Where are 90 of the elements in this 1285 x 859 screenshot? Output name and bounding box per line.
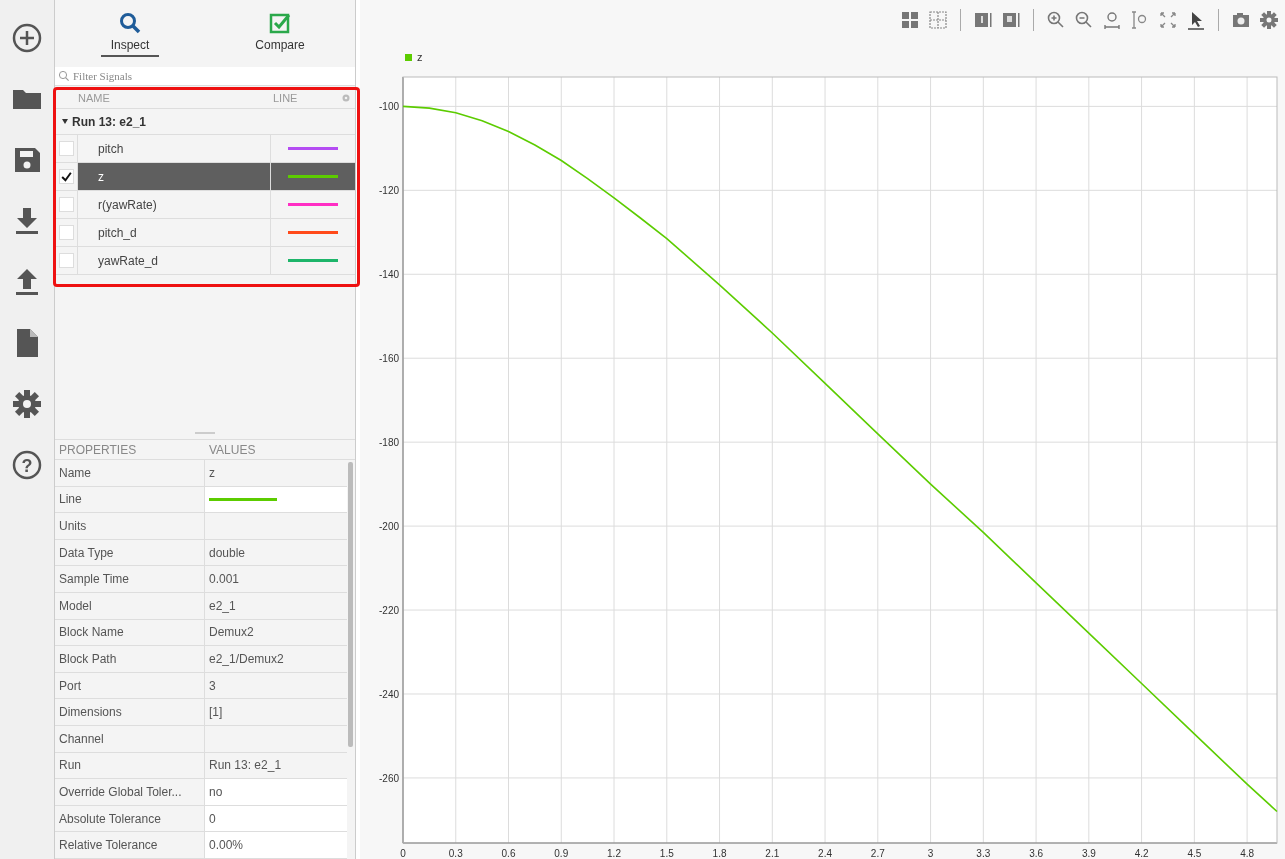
x-tick-label: 3.3 — [976, 848, 991, 859]
y-tick-label: -120 — [379, 185, 399, 197]
settings-icon[interactable] — [1259, 10, 1279, 30]
y-tick-label: -160 — [379, 353, 399, 365]
x-tick-label: 3 — [927, 848, 934, 859]
column-header: LINE — [273, 92, 299, 104]
checkbox[interactable] — [58, 169, 74, 184]
scrollbar-thumb[interactable] — [348, 462, 353, 748]
property-name: Port — [55, 672, 205, 699]
y-tick-label: -260 — [379, 772, 399, 784]
tab[interactable]: Inspect — [55, 0, 205, 67]
property-name: Block Path — [55, 646, 205, 672]
signal-name: pitch_d — [97, 224, 138, 242]
column-header: PROPERTIES — [58, 442, 138, 457]
zoom-x-icon[interactable] — [1102, 10, 1122, 30]
property-value: 0.00% — [209, 838, 244, 853]
x-tick-label: 0.9 — [554, 848, 569, 859]
caret-icon[interactable] — [62, 119, 68, 124]
property-value: e2_1 — [209, 598, 236, 613]
x-tick-label: 1.2 — [607, 848, 621, 859]
y-tick-label: -240 — [379, 689, 399, 700]
property-value: Demux2 — [209, 625, 254, 640]
camera-icon[interactable] — [1231, 10, 1251, 30]
x-tick-label: 2.1 — [765, 848, 780, 859]
property-name: Dimensions — [55, 699, 205, 726]
x-tick-label: 1.5 — [659, 848, 674, 859]
panel-icon[interactable] — [1001, 10, 1021, 30]
legend-swatch — [405, 54, 412, 61]
x-tick-label: 1.8 — [712, 848, 727, 859]
signal-name: pitch — [97, 140, 125, 158]
property-name: Data Type — [55, 539, 205, 566]
x-tick-label: 0.3 — [448, 848, 463, 859]
property-name: Units — [55, 513, 205, 539]
property-value: Run 13: e2_1 — [209, 758, 282, 773]
x-tick-label: 3.9 — [1081, 848, 1096, 859]
signal-row[interactable]: z — [55, 163, 355, 191]
search-icon[interactable] — [118, 10, 142, 35]
property-name: Name — [55, 460, 205, 486]
x-tick-label: 4.8 — [1240, 848, 1255, 859]
signal-row[interactable]: yawRate_d — [55, 247, 355, 275]
grid-layout-icon[interactable] — [900, 10, 920, 30]
property-value: 3 — [209, 678, 216, 693]
x-tick-label: 2.4 — [818, 848, 832, 859]
panel-icon[interactable] — [973, 10, 993, 30]
x-tick-label: 4.5 — [1187, 848, 1202, 859]
add-icon[interactable] — [11, 22, 43, 54]
run-label[interactable]: Run 13: e2_1 — [72, 114, 147, 129]
column-header: VALUES — [208, 442, 257, 457]
tab[interactable]: Compare — [205, 0, 355, 67]
y-tick-label: -220 — [379, 605, 399, 617]
signal-row[interactable]: r(yawRate) — [55, 191, 355, 219]
zoom-out-icon[interactable] — [1074, 10, 1094, 30]
y-tick-label: -200 — [379, 521, 399, 533]
signal-row[interactable]: pitch_d — [55, 219, 355, 247]
cursor-icon[interactable] — [1186, 10, 1206, 30]
splitter-handle[interactable] — [195, 432, 215, 435]
property-value: z — [209, 465, 215, 480]
signal-name: z — [97, 168, 105, 186]
checkbox[interactable] — [58, 141, 74, 156]
x-tick-label: 0.6 — [501, 848, 516, 859]
x-tick-label: 2.7 — [870, 848, 885, 859]
property-value: no — [209, 785, 223, 799]
property-value: 0 — [209, 811, 216, 826]
legend-label: z — [417, 51, 423, 63]
property-value: [1] — [209, 705, 223, 720]
filter-field[interactable]: Filter Signals — [55, 67, 355, 86]
fit-view-icon[interactable] — [1158, 10, 1178, 30]
help-icon[interactable]: ? — [11, 449, 43, 481]
x-tick-label: 4.2 — [1134, 848, 1149, 859]
y-tick-label: -100 — [379, 101, 399, 113]
column-header: NAME — [78, 92, 111, 104]
property-value: double — [209, 545, 246, 560]
checkbox[interactable] — [58, 253, 74, 268]
property-name: Block Name — [55, 619, 205, 646]
property-value: 0.001 — [209, 572, 240, 587]
property-name: Model — [55, 593, 205, 619]
signal-name: r(yawRate) — [97, 196, 158, 214]
zoom-in-icon[interactable] — [1046, 10, 1066, 30]
property-name: Channel — [55, 726, 205, 752]
checkbox[interactable] — [58, 225, 74, 240]
property-name: Run — [55, 752, 205, 779]
y-tick-label: -180 — [379, 437, 399, 449]
settings-icon[interactable] — [11, 388, 43, 420]
signal-name: yawRate_d — [97, 252, 160, 270]
checkbox[interactable] — [58, 197, 74, 212]
x-tick-label: 3.6 — [1029, 848, 1044, 859]
x-tick-label: 0 — [400, 848, 406, 859]
y-tick-label: -140 — [379, 269, 399, 281]
property-value: e2_1/Demux2 — [209, 652, 284, 667]
property-name: Sample Time — [55, 566, 205, 593]
